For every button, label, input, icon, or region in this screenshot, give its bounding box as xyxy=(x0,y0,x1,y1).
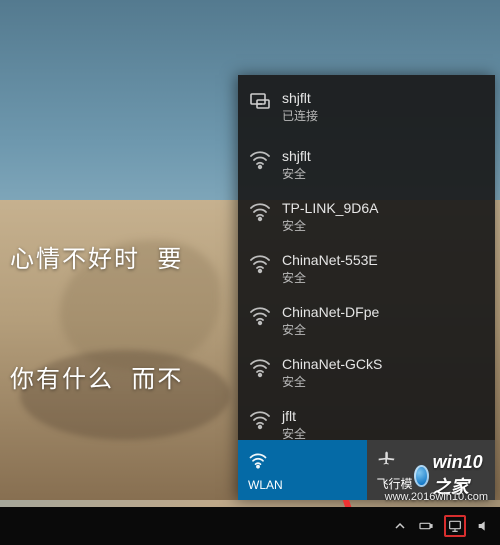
network-list[interactable]: shjflt 已连接 shjflt 安全 xyxy=(238,75,495,444)
network-name: shjflt xyxy=(282,89,318,107)
watermark-logo-icon xyxy=(414,465,429,487)
overlay-line-1: 心情不好时 要 xyxy=(10,240,183,280)
network-status: 安全 xyxy=(282,165,311,183)
desktop: 心情不好时 要 你有什么 而不 世界很大 机会 不要蜷缩在一 shjflt 已连… xyxy=(0,0,500,545)
wallpaper-text: 心情不好时 要 你有什么 而不 世界很大 机会 不要蜷缩在一 xyxy=(10,160,183,545)
network-status: 已连接 xyxy=(282,107,318,125)
watermark-site: www.2016win10.com xyxy=(385,491,488,503)
wlan-tile-label: WLAN xyxy=(248,478,283,492)
overlay-line-2: 你有什么 而不 xyxy=(10,360,183,400)
network-tray-icon[interactable] xyxy=(444,515,466,537)
battery-icon[interactable] xyxy=(418,518,434,534)
chevron-up-icon[interactable] xyxy=(392,518,408,534)
network-name: ChinaNet-GCkS xyxy=(282,355,382,373)
wifi-icon xyxy=(248,147,272,171)
network-item[interactable]: ChinaNet-GCkS 安全 xyxy=(238,347,495,399)
system-tray xyxy=(392,515,492,537)
network-item[interactable]: jflt 安全 xyxy=(238,399,495,444)
airplane-icon xyxy=(377,447,397,467)
network-item[interactable]: shjflt 安全 xyxy=(238,139,495,191)
airplane-tile-label: 飞行模 xyxy=(377,475,413,492)
wifi-icon xyxy=(248,303,272,327)
network-status: 安全 xyxy=(282,321,379,339)
network-item-connected[interactable]: shjflt 已连接 xyxy=(238,75,495,139)
network-name: shjflt xyxy=(282,147,311,165)
network-item[interactable]: TP-LINK_9D6A 安全 xyxy=(238,191,495,243)
taskbar xyxy=(0,507,500,545)
network-name: jflt xyxy=(282,407,306,425)
network-item[interactable]: ChinaNet-DFpe 安全 xyxy=(238,295,495,347)
network-status: 安全 xyxy=(282,269,378,287)
network-flyout: shjflt 已连接 shjflt 安全 xyxy=(238,75,495,500)
wifi-icon xyxy=(248,407,272,431)
network-name: TP-LINK_9D6A xyxy=(282,199,378,217)
volume-icon[interactable] xyxy=(476,518,492,534)
ethernet-icon xyxy=(248,89,272,113)
wifi-icon xyxy=(248,450,268,470)
network-status: 安全 xyxy=(282,217,378,235)
wifi-icon xyxy=(248,199,272,223)
network-status: 安全 xyxy=(282,373,382,391)
network-name: ChinaNet-DFpe xyxy=(282,303,379,321)
wlan-tile[interactable]: WLAN xyxy=(238,440,367,500)
wifi-icon xyxy=(248,251,272,275)
network-name: ChinaNet-553E xyxy=(282,251,378,269)
wifi-icon xyxy=(248,355,272,379)
network-item[interactable]: ChinaNet-553E 安全 xyxy=(238,243,495,295)
